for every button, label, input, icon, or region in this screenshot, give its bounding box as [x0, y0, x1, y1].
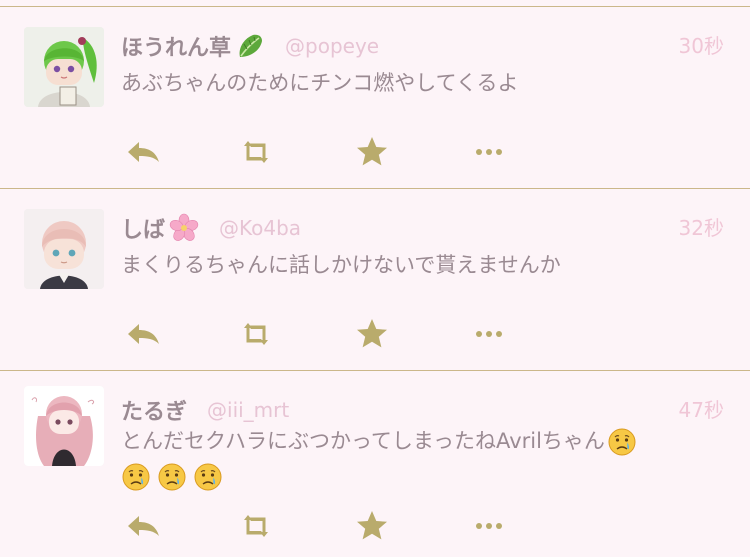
- more-icon[interactable]: [469, 314, 509, 354]
- user-handle[interactable]: @Ko4ba: [219, 216, 301, 240]
- reply-icon[interactable]: [124, 314, 164, 354]
- leafy-green-emoji: [235, 31, 265, 61]
- crying-face-emoji: [157, 462, 187, 492]
- star-icon[interactable]: [352, 506, 392, 546]
- cherry-blossom-emoji: [169, 213, 199, 243]
- timestamp[interactable]: 30秒: [679, 28, 724, 64]
- crying-face-emoji: [121, 462, 151, 492]
- tweet-card[interactable]: たるぎ @iii_mrt 47秒 とんだセクハラにぶつかってしまったねAvril…: [0, 370, 750, 557]
- display-name[interactable]: たるぎ: [121, 394, 187, 426]
- display-name[interactable]: しば: [121, 212, 165, 244]
- avatar[interactable]: [24, 386, 104, 466]
- retweet-icon[interactable]: [236, 506, 276, 546]
- timestamp[interactable]: 47秒: [679, 392, 724, 428]
- tweet-card[interactable]: ほうれん草 @popeye 30秒 あぶちゃんのためにチンコ燃やしてくるよ: [0, 6, 750, 188]
- tweet-text: あぶちゃんのためにチンコ燃やしてくるよ: [121, 66, 721, 101]
- action-bar: [0, 506, 750, 546]
- star-icon[interactable]: [352, 132, 392, 172]
- tweet-text-line: あぶちゃんのためにチンコ燃やしてくるよ: [121, 71, 519, 95]
- avatar[interactable]: [24, 209, 104, 289]
- timeline: ほうれん草 @popeye 30秒 あぶちゃんのためにチンコ燃やしてくるよ しば…: [0, 0, 750, 557]
- user-handle[interactable]: @iii_mrt: [207, 398, 289, 422]
- tweet-text: まくりるちゃんに話しかけないで貰えませんか: [121, 248, 721, 283]
- tweet-text-line: まくりるちゃんに話しかけないで貰えませんか: [121, 253, 561, 277]
- tweet-text-line: [121, 459, 721, 494]
- star-icon[interactable]: [352, 314, 392, 354]
- retweet-icon[interactable]: [236, 132, 276, 172]
- action-bar: [0, 132, 750, 172]
- display-name[interactable]: ほうれん草: [121, 30, 231, 62]
- retweet-icon[interactable]: [236, 314, 276, 354]
- tweet-text-span: とんだセクハラにぶつかってしまったねAvrilちゃん: [121, 429, 605, 453]
- user-handle[interactable]: @popeye: [285, 34, 379, 58]
- avatar[interactable]: [24, 27, 104, 107]
- more-icon[interactable]: [469, 506, 509, 546]
- reply-icon[interactable]: [124, 506, 164, 546]
- timestamp[interactable]: 32秒: [679, 210, 724, 246]
- crying-face-emoji: [193, 462, 223, 492]
- tweet-card[interactable]: しば @Ko4ba 32秒 まくりるちゃんに話しかけないで貰えませんか: [0, 188, 750, 370]
- tweet-text: とんだセクハラにぶつかってしまったねAvrilちゃん: [121, 424, 721, 494]
- reply-icon[interactable]: [124, 132, 164, 172]
- tweet-text-line: とんだセクハラにぶつかってしまったねAvrilちゃん: [121, 424, 721, 459]
- action-bar: [0, 314, 750, 354]
- crying-face-emoji: [607, 427, 637, 457]
- more-icon[interactable]: [469, 132, 509, 172]
